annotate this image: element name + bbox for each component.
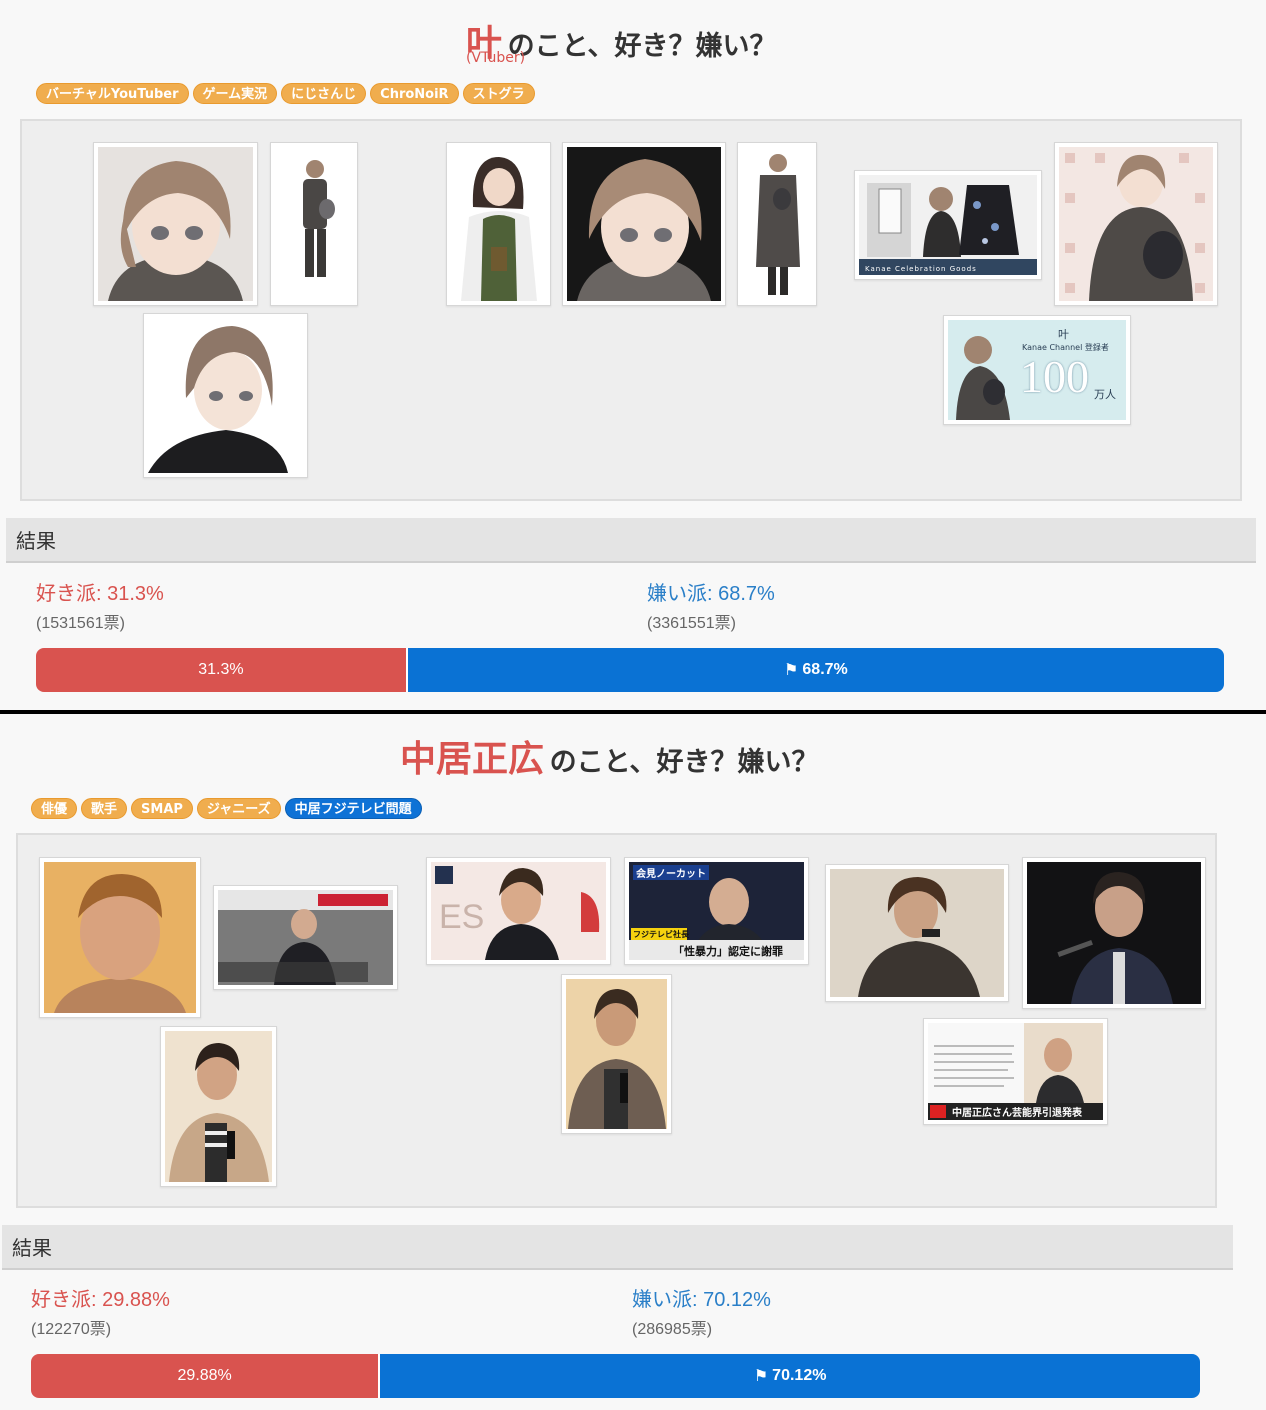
person-photo	[830, 869, 1004, 997]
news-badge: フジテレビ社長	[633, 930, 689, 939]
flag-checkered-icon: ⚑	[753, 1368, 769, 1385]
person-photo	[44, 862, 196, 1013]
dislike-bar-label: 68.7%	[802, 661, 848, 678]
dislike-bar-segment: ⚑ 68.7%	[407, 648, 1224, 692]
result-progress-bar: 29.88% ⚑ 70.12%	[31, 1354, 1200, 1398]
like-bar-segment: 31.3%	[36, 648, 408, 692]
like-bar-label: 29.88%	[177, 1367, 232, 1384]
dislike-percentage: 嫌い派: 68.7%	[647, 583, 775, 605]
news-caption-top: 会見ノーカット	[633, 865, 709, 880]
gallery-image[interactable]	[825, 864, 1009, 1002]
gallery-image[interactable]	[1054, 142, 1218, 306]
tag-list: 俳優 歌手 SMAP ジャニーズ 中居フジテレビ問題	[31, 798, 422, 819]
page-title: 叶 のこと、好き？嫌い？ (VTuber)	[466, 14, 777, 66]
tag-item[interactable]: バーチャルYouTuber	[36, 83, 189, 104]
dislike-bar-label: 70.12%	[772, 1367, 827, 1384]
gallery-image[interactable]	[562, 142, 726, 306]
like-percentage: 好き派: 29.88%	[31, 1289, 170, 1311]
gallery-image[interactable]: 叶 Kanae Channel 登録者 100 万人	[943, 315, 1131, 425]
news-screenshot	[218, 890, 393, 985]
like-vote-count: (1531561票)	[36, 615, 125, 632]
person-photo	[1027, 862, 1201, 1004]
gallery-image[interactable]: ES	[426, 857, 611, 965]
page-title: 中居正広 のこと、好き？嫌い？	[400, 730, 819, 782]
character-face-dark-illustration	[567, 147, 721, 301]
result-heading: 結果	[2, 1225, 1233, 1270]
milestone-name: 叶	[1058, 328, 1069, 341]
result-heading-text: 結果	[16, 529, 56, 553]
goods-banner-image	[859, 175, 1037, 275]
character-pattern-illustration	[1059, 147, 1213, 301]
character-face-illustration	[98, 147, 253, 301]
news-caption-bottom: 「性暴力」認定に謝罪	[673, 945, 783, 958]
tag-item[interactable]: SMAP	[131, 798, 193, 819]
milestone-unit: 万人	[1094, 388, 1116, 401]
flag-checkered-icon: ⚑	[784, 662, 799, 679]
news-caption: 中居正広さん芸能界引退発表	[952, 1108, 1082, 1119]
person-photo	[165, 1031, 272, 1182]
image-gallery: ES 会見ノーカット フジテレビ社長 「性暴力」認定に謝罪 中居正広さん芸能界引…	[16, 833, 1217, 1208]
gallery-image[interactable]	[160, 1026, 277, 1187]
gallery-image[interactable]	[737, 142, 817, 306]
character-fullbody-illustration	[275, 147, 353, 301]
like-bar-segment: 29.88%	[31, 1354, 381, 1398]
title-question: のこと、好き？嫌い？	[549, 747, 819, 778]
gallery-image[interactable]	[93, 142, 258, 306]
poll-section-kanae: 叶 のこと、好き？嫌い？ (VTuber) バーチャルYouTuber ゲーム実…	[0, 0, 1266, 710]
result-heading: 結果	[6, 518, 1256, 563]
result-progress-bar: 31.3% ⚑ 68.7%	[36, 648, 1224, 692]
dislike-vote-count: (286985票)	[632, 1321, 713, 1338]
character-portrait-illustration	[148, 318, 303, 473]
dislike-percentage: 嫌い派: 70.12%	[632, 1289, 771, 1311]
gallery-image[interactable]	[1022, 857, 1206, 1009]
character-female-illustration	[451, 147, 546, 301]
gallery-image[interactable]	[446, 142, 551, 306]
tag-item[interactable]: ジャニーズ	[196, 798, 281, 819]
tag-item[interactable]: にじさんじ	[281, 83, 367, 104]
dislike-vote-count: (3361551票)	[647, 615, 736, 632]
like-percentage: 好き派: 31.3%	[36, 583, 164, 605]
gallery-image[interactable]	[143, 313, 308, 478]
gallery-image[interactable]	[39, 857, 201, 1018]
person-photo	[566, 979, 667, 1129]
like-bar-label: 31.3%	[198, 661, 244, 678]
gallery-image[interactable]: 会見ノーカット フジテレビ社長 「性暴力」認定に謝罪	[624, 857, 809, 965]
gallery-image[interactable]	[213, 885, 398, 990]
tag-item[interactable]: ストグラ	[462, 83, 535, 104]
tag-list: バーチャルYouTuber ゲーム実況 にじさんじ ChroNoiR ストグラ	[36, 83, 535, 104]
dislike-bar-segment: ⚑ 70.12%	[380, 1354, 1200, 1398]
character-with-cat-illustration	[742, 147, 812, 301]
gallery-image[interactable]	[561, 974, 672, 1134]
result-heading-text: 結果	[12, 1236, 52, 1260]
tag-item[interactable]: 俳優	[31, 798, 78, 819]
tag-item[interactable]: ChroNoiR	[370, 83, 459, 104]
tag-item-active[interactable]: 中居フジテレビ問題	[284, 798, 422, 819]
milestone-number: 100	[1020, 351, 1089, 402]
title-name[interactable]: 中居正広	[400, 739, 544, 780]
backdrop-text: ES	[439, 898, 485, 936]
title-question: のこと、好き？嫌い？	[507, 31, 777, 62]
goods-banner-text: Kanae Celebration Goods	[865, 265, 977, 273]
gallery-image[interactable]: Kanae Celebration Goods	[854, 170, 1042, 280]
like-vote-count: (122270票)	[31, 1321, 112, 1338]
poll-section-nakai: 中居正広 のこと、好き？嫌い？ 俳優 歌手 SMAP ジャニーズ 中居フジテレビ…	[0, 714, 1266, 1410]
gallery-image[interactable]: 中居正広さん芸能界引退発表	[923, 1018, 1108, 1125]
image-gallery: Kanae Celebration Goods 叶 Kanae Channel …	[20, 119, 1242, 501]
gallery-image[interactable]	[270, 142, 358, 306]
title-category: (VTuber)	[466, 50, 526, 66]
tag-item[interactable]: 歌手	[81, 798, 128, 819]
tag-item[interactable]: ゲーム実況	[192, 83, 278, 104]
